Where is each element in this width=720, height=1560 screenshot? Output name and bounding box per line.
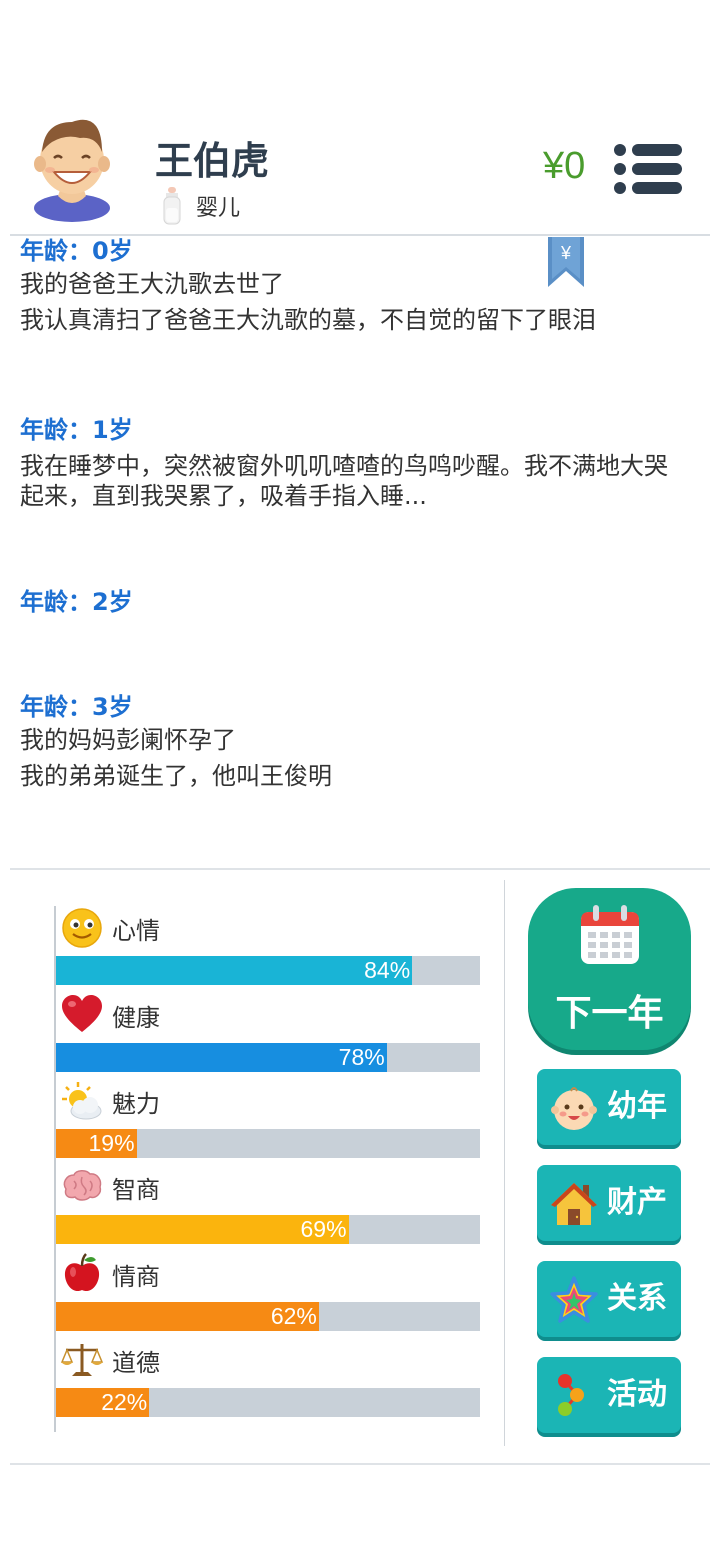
activities-button[interactable]: 活动: [537, 1357, 681, 1433]
log-entry-age: 年龄：0岁: [20, 237, 133, 265]
baby-face-icon: [551, 1087, 597, 1130]
progress-bar: 19%: [56, 1129, 480, 1158]
assets-label: 财产: [607, 1185, 667, 1220]
house-icon: [551, 1183, 597, 1225]
bar-value: 78%: [338, 1044, 385, 1070]
bar-fill: 62%: [56, 1302, 319, 1331]
menu-icon: [614, 144, 682, 194]
assets-button[interactable]: 财产: [537, 1165, 681, 1241]
bar-value: 19%: [88, 1130, 135, 1156]
stat-label: 道德: [112, 1348, 160, 1377]
life-stage: 婴儿: [162, 186, 240, 226]
brain-icon: [63, 1170, 102, 1201]
bar-fill: 19%: [56, 1129, 137, 1158]
log-entry-text: 我的妈妈彭阑怀孕了: [20, 726, 236, 754]
avatar[interactable]: [30, 112, 114, 222]
profile-header: 王伯虎 婴儿 ¥0: [0, 110, 720, 236]
childhood-button[interactable]: 幼年: [537, 1069, 681, 1145]
sun-cloud-icon: [62, 1082, 102, 1120]
bottom-divider: [10, 1463, 710, 1465]
calendar-icon: [581, 905, 639, 964]
bar-fill: 22%: [56, 1388, 150, 1417]
section-divider: [10, 868, 710, 870]
log-entry-text: 我的爸爸王大氿歌去世了: [20, 270, 284, 298]
star-icon: [550, 1276, 598, 1323]
activity-dots-icon: [558, 1374, 584, 1416]
baby-bottle-icon: [163, 187, 181, 225]
log-entry: 年龄：2岁: [20, 587, 700, 617]
progress-bar: 62%: [56, 1302, 480, 1331]
column-divider: [504, 880, 505, 1446]
bar-value: 84%: [364, 957, 411, 983]
stat-morality: 道德 22%: [56, 1338, 480, 1424]
bar-fill: 69%: [56, 1215, 349, 1244]
stat-eq: 情商 62%: [56, 1252, 480, 1338]
stat-charm: 魅力 19%: [56, 1079, 480, 1165]
menu-button[interactable]: [612, 140, 684, 198]
apple-icon: [64, 1253, 100, 1292]
log-entry-age: 年龄：2岁: [20, 588, 133, 616]
stat-label: 魅力: [112, 1089, 160, 1118]
log-entry-age: 年龄：3岁: [20, 693, 133, 721]
log-entry-age: 年龄：1岁: [20, 416, 133, 444]
bar-fill: 78%: [56, 1043, 387, 1072]
progress-bar: 22%: [56, 1388, 480, 1417]
bar-value: 22%: [101, 1389, 148, 1415]
log-entry-text: 我认真清扫了爸爸王大氿歌的墓，不自觉的留下了眼泪: [20, 306, 596, 334]
stat-mood: 心情 84%: [56, 906, 480, 992]
stat-label: 情商: [112, 1262, 160, 1291]
next-year-label: 下一年: [555, 993, 664, 1034]
stat-label: 健康: [112, 1003, 160, 1032]
log-entry: 年龄：3岁 我的妈妈彭阑怀孕了 我的弟弟诞生了，他叫王俊明: [20, 692, 700, 794]
stat-iq: 智商 69%: [56, 1165, 480, 1251]
bar-fill: 84%: [56, 956, 413, 985]
heart-icon: [62, 995, 102, 1032]
childhood-label: 幼年: [607, 1089, 667, 1124]
log-entry-text: 我在睡梦中，突然被窗外叽叽喳喳的鸟鸣吵醒。我不满地大哭起来，直到我哭累了，吸着手…: [20, 452, 668, 510]
relations-button[interactable]: 关系: [537, 1261, 681, 1337]
progress-bar: 84%: [56, 956, 480, 985]
stat-label: 智商: [112, 1175, 160, 1204]
stats-panel: 心情 84% 健康 78% 魅力 19% 智商 69% 情商 62% 道德 22…: [54, 906, 480, 1432]
progress-bar: 69%: [56, 1215, 480, 1244]
life-log[interactable]: 年龄：0岁 我的爸爸王大氿歌去世了 我认真清扫了爸爸王大氿歌的墓，不自觉的留下了…: [20, 236, 700, 866]
smiley-icon: [62, 908, 102, 948]
relations-label: 关系: [607, 1281, 667, 1316]
bar-value: 62%: [270, 1303, 317, 1329]
stat-health: 健康 78%: [56, 993, 480, 1079]
next-year-button[interactable]: 下一年: [528, 888, 691, 1050]
bar-value: 69%: [300, 1216, 347, 1242]
character-name: 王伯虎: [155, 139, 270, 183]
log-entry: 年龄：0岁 我的爸爸王大氿歌去世了 我认真清扫了爸爸王大氿歌的墓，不自觉的留下了…: [20, 236, 700, 338]
money-display: ¥0: [543, 145, 586, 187]
activities-label: 活动: [607, 1377, 667, 1412]
log-entry: 年龄：1岁 我在睡梦中，突然被窗外叽叽喳喳的鸟鸣吵醒。我不满地大哭起来，直到我哭…: [20, 415, 700, 511]
stat-label: 心情: [112, 916, 160, 945]
progress-bar: 78%: [56, 1043, 480, 1072]
scales-icon: [60, 1344, 104, 1376]
life-stage-label: 婴儿: [196, 196, 241, 221]
log-entry-text: 我的弟弟诞生了，他叫王俊明: [20, 762, 332, 790]
